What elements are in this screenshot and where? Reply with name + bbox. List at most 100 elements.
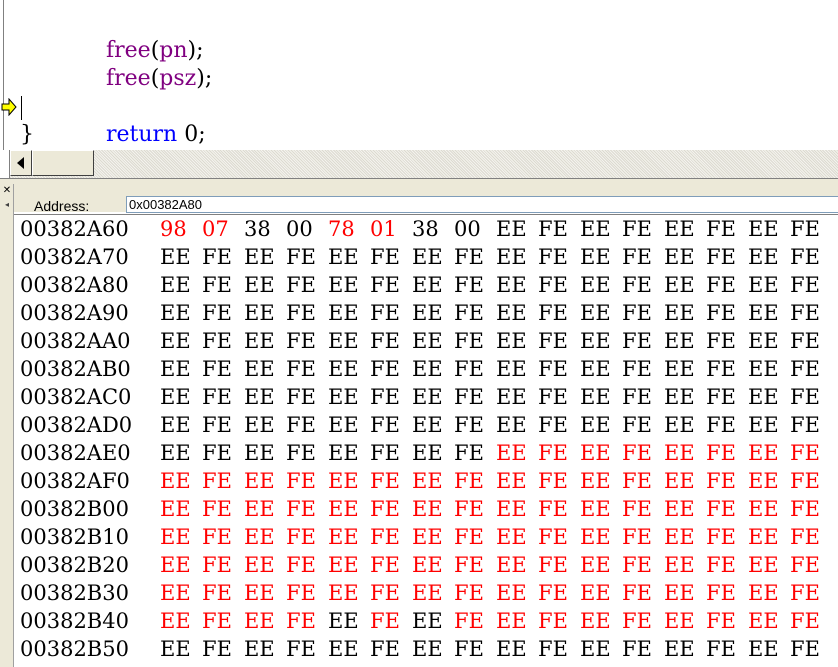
memory-byte[interactable]: 38 xyxy=(244,215,271,243)
memory-byte[interactable]: EE xyxy=(748,467,779,495)
memory-byte[interactable]: FE xyxy=(706,299,736,327)
memory-byte[interactable]: EE xyxy=(496,411,527,439)
memory-byte[interactable]: EE xyxy=(748,355,779,383)
scrollbar-thumb[interactable] xyxy=(32,150,94,176)
memory-byte[interactable]: FE xyxy=(370,327,400,355)
memory-row[interactable]: 00382AC0 EE FE EE FE EE FE EE FE EE FE EE FE EE FE EE FE xyxy=(14,383,838,411)
memory-byte[interactable]: FE xyxy=(622,579,652,607)
memory-byte[interactable]: FE xyxy=(370,551,400,579)
memory-byte[interactable]: FE xyxy=(706,523,736,551)
memory-byte[interactable]: EE xyxy=(160,383,191,411)
memory-byte[interactable]: EE xyxy=(496,467,527,495)
memory-byte[interactable]: EE xyxy=(496,215,527,243)
memory-row[interactable]: 00382A70 EE FE EE FE EE FE EE FE EE FE EE FE EE FE EE FE xyxy=(14,243,838,271)
memory-byte[interactable]: FE xyxy=(538,299,568,327)
memory-byte[interactable]: EE xyxy=(244,383,275,411)
memory-byte[interactable]: FE xyxy=(790,215,820,243)
memory-byte[interactable]: EE xyxy=(580,607,611,635)
memory-byte[interactable]: FE xyxy=(538,635,568,663)
memory-byte[interactable]: FE xyxy=(622,299,652,327)
memory-byte[interactable]: 01 xyxy=(370,215,397,243)
memory-byte[interactable]: FE xyxy=(454,383,484,411)
memory-byte[interactable]: EE xyxy=(496,355,527,383)
memory-byte[interactable]: EE xyxy=(748,215,779,243)
memory-row[interactable]: 00382B50 EE FE EE FE EE FE EE FE EE FE EE FE EE FE EE FE xyxy=(14,635,838,663)
memory-byte[interactable]: EE xyxy=(496,523,527,551)
memory-byte[interactable]: EE xyxy=(160,523,191,551)
memory-byte[interactable]: FE xyxy=(286,299,316,327)
memory-byte[interactable]: FE xyxy=(706,355,736,383)
memory-byte[interactable]: EE xyxy=(748,411,779,439)
memory-byte[interactable]: FE xyxy=(286,495,316,523)
memory-byte[interactable]: EE xyxy=(160,439,191,467)
memory-byte[interactable]: FE xyxy=(286,327,316,355)
memory-byte[interactable]: EE xyxy=(328,439,359,467)
memory-byte[interactable]: FE xyxy=(622,495,652,523)
memory-byte[interactable]: EE xyxy=(160,551,191,579)
memory-byte[interactable]: EE xyxy=(580,383,611,411)
memory-byte[interactable]: EE xyxy=(580,523,611,551)
memory-byte[interactable]: EE xyxy=(412,523,443,551)
memory-byte[interactable]: EE xyxy=(412,383,443,411)
memory-grid[interactable]: 00382A60 98 07 38 00 78 01 38 00 EE FE EE FE EE FE EE FE… xyxy=(14,214,838,667)
memory-byte[interactable]: EE xyxy=(412,271,443,299)
memory-byte[interactable]: FE xyxy=(538,383,568,411)
memory-byte[interactable]: FE xyxy=(622,523,652,551)
memory-byte[interactable]: EE xyxy=(664,327,695,355)
editor-horizontal-scrollbar[interactable] xyxy=(0,150,838,178)
memory-byte[interactable]: EE xyxy=(160,635,191,663)
memory-byte[interactable]: FE xyxy=(286,355,316,383)
memory-byte[interactable]: EE xyxy=(664,215,695,243)
memory-byte[interactable]: EE xyxy=(328,523,359,551)
memory-byte[interactable]: FE xyxy=(622,635,652,663)
memory-byte[interactable]: EE xyxy=(580,271,611,299)
memory-byte[interactable]: FE xyxy=(454,271,484,299)
memory-byte[interactable]: FE xyxy=(706,551,736,579)
memory-byte[interactable]: EE xyxy=(496,299,527,327)
memory-byte[interactable]: FE xyxy=(286,383,316,411)
memory-byte[interactable]: EE xyxy=(496,271,527,299)
memory-byte[interactable]: FE xyxy=(622,467,652,495)
memory-byte[interactable]: EE xyxy=(328,271,359,299)
memory-byte[interactable]: FE xyxy=(538,495,568,523)
memory-byte[interactable]: EE xyxy=(496,551,527,579)
memory-byte[interactable]: FE xyxy=(790,243,820,271)
memory-byte[interactable]: EE xyxy=(748,439,779,467)
memory-byte[interactable]: EE xyxy=(664,383,695,411)
memory-byte[interactable]: FE xyxy=(370,523,400,551)
memory-byte[interactable]: FE xyxy=(622,271,652,299)
memory-row[interactable]: 00382A90 EE FE EE FE EE FE EE FE EE FE EE FE EE FE EE FE xyxy=(14,299,838,327)
memory-byte[interactable]: FE xyxy=(202,495,232,523)
memory-byte[interactable]: FE xyxy=(622,215,652,243)
memory-byte[interactable]: FE xyxy=(538,551,568,579)
memory-byte[interactable]: FE xyxy=(286,635,316,663)
memory-byte[interactable]: EE xyxy=(580,411,611,439)
memory-byte[interactable]: EE xyxy=(244,467,275,495)
memory-byte[interactable]: EE xyxy=(328,467,359,495)
memory-byte[interactable]: FE xyxy=(286,607,316,635)
memory-byte[interactable]: EE xyxy=(328,355,359,383)
memory-byte[interactable]: FE xyxy=(706,635,736,663)
memory-byte[interactable]: EE xyxy=(160,411,191,439)
memory-byte[interactable]: EE xyxy=(328,411,359,439)
memory-byte[interactable]: FE xyxy=(286,271,316,299)
memory-byte[interactable]: EE xyxy=(664,579,695,607)
memory-byte[interactable]: FE xyxy=(370,467,400,495)
memory-byte[interactable]: EE xyxy=(748,579,779,607)
memory-byte[interactable]: EE xyxy=(412,327,443,355)
memory-byte[interactable]: FE xyxy=(370,411,400,439)
memory-byte[interactable]: FE xyxy=(706,411,736,439)
memory-byte[interactable]: FE xyxy=(706,383,736,411)
memory-byte[interactable]: FE xyxy=(286,551,316,579)
memory-row[interactable]: 00382B00 EE FE EE FE EE FE EE FE EE FE EE FE EE FE EE FE xyxy=(14,495,838,523)
memory-byte[interactable]: FE xyxy=(202,355,232,383)
memory-byte[interactable]: EE xyxy=(580,243,611,271)
memory-byte[interactable]: EE xyxy=(244,551,275,579)
memory-byte[interactable]: FE xyxy=(454,607,484,635)
memory-byte[interactable]: FE xyxy=(370,271,400,299)
memory-byte[interactable]: FE xyxy=(370,495,400,523)
memory-byte[interactable]: EE xyxy=(580,467,611,495)
memory-byte[interactable]: EE xyxy=(244,579,275,607)
memory-byte[interactable]: EE xyxy=(664,243,695,271)
memory-byte[interactable]: EE xyxy=(664,495,695,523)
